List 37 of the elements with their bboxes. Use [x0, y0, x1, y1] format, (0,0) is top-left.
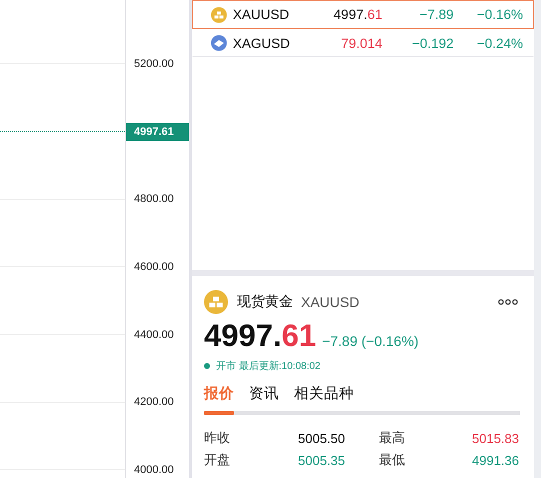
axis-label: 4400.00 [133, 328, 174, 341]
last-price: 4997.61 [204, 318, 316, 354]
axis-label: 4600.00 [133, 260, 174, 273]
current-price-tag: 4997.61 [126, 122, 189, 141]
stat-label: 昨收 [204, 429, 231, 447]
more-icon[interactable] [498, 299, 518, 305]
stat-value: 4991.36 [471, 452, 519, 468]
stat-value: 5005.35 [297, 452, 345, 468]
bars-icon [204, 290, 228, 314]
axis-label: 4800.00 [133, 193, 174, 206]
last-price: 79.014 [340, 36, 382, 50]
axis-label: 4000.00 [133, 464, 174, 476]
bars-icon [211, 6, 227, 22]
ingot-icon [211, 35, 227, 51]
stat-label: 最低 [379, 451, 406, 469]
percent-change: −0.24% [476, 36, 523, 50]
axis-label: 5200.00 [133, 58, 174, 70]
percent-change: −0.16% [476, 7, 523, 22]
symbol: XAUUSD [301, 294, 360, 310]
stat-label: 开盘 [204, 451, 231, 469]
market-status: 开市 最后更新:10:08:02 [216, 360, 320, 373]
last-price: 4997.61 [332, 7, 382, 22]
tab[interactable]: 资讯 [249, 384, 279, 411]
price-change: −0.192 [411, 36, 454, 50]
symbol: XAGUSD [232, 36, 291, 50]
watchlist-row[interactable]: XAGUSD 79.014 −0.192 −0.24% [192, 29, 534, 57]
tab-indicator [204, 411, 234, 415]
stat-value: 5005.50 [297, 430, 345, 446]
symbol: XAUUSD [232, 7, 290, 22]
stat-value: 5015.83 [471, 430, 519, 446]
stat-label: 最高 [379, 429, 406, 447]
price-change: −7.89 (−0.16%) [322, 333, 419, 349]
watchlist-row[interactable]: XAUUSD 4997.61 −7.89 −0.16% [192, 0, 534, 29]
axis-label: 4200.00 [133, 396, 174, 408]
tab[interactable]: 相关品种 [294, 384, 354, 411]
price-change: −7.89 [418, 7, 454, 22]
instrument-name: 现货黄金 [237, 293, 293, 311]
